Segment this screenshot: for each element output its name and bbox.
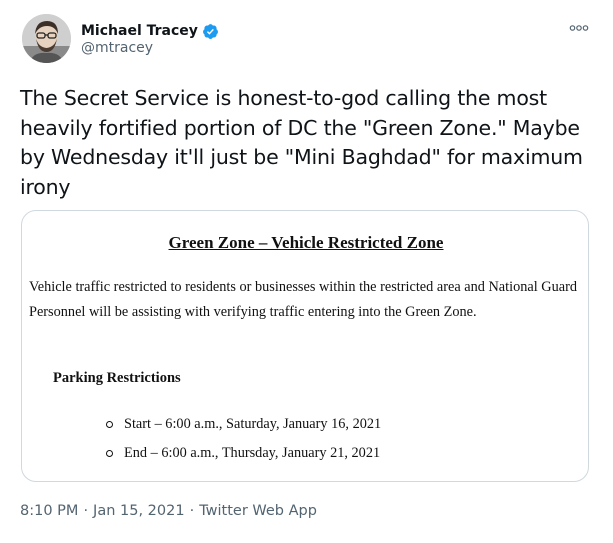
meta-separator: · [189, 503, 195, 519]
more-horizontal-icon [569, 25, 589, 31]
document-list-item: End – 6:00 a.m., Thursday, January 21, 2… [22, 439, 588, 468]
document-subheading: Parking Restrictions [53, 370, 181, 386]
tweet-source[interactable]: Twitter Web App [199, 503, 317, 519]
author-display-name[interactable]: Michael Tracey [81, 23, 198, 39]
tweet-text: The Secret Service is honest-to-god call… [20, 86, 583, 199]
document-title: Green Zone – Vehicle Restricted Zone [168, 233, 444, 252]
document-list-item-text: Start – 6:00 a.m., Saturday, January 16,… [124, 416, 382, 432]
author-avatar[interactable] [22, 14, 71, 63]
meta-separator: · [83, 503, 89, 519]
tweet-meta: 8:10 PM · Jan 15, 2021 · Twitter Web App [20, 503, 317, 519]
tweet-time[interactable]: 8:10 PM [20, 503, 78, 519]
document-list: Start – 6:00 a.m., Saturday, January 16,… [22, 410, 588, 468]
document-list-item-text: End – 6:00 a.m., Thursday, January 21, 2… [124, 445, 381, 461]
tweet: Michael Tracey @mtracey The Secret Servi… [0, 0, 613, 543]
author-name-row[interactable]: Michael Tracey [81, 21, 219, 41]
tweet-media-image[interactable]: Green Zone – Vehicle Restricted Zone Veh… [21, 210, 589, 482]
more-options-button[interactable] [568, 20, 590, 36]
tweet-date[interactable]: Jan 15, 2021 [93, 503, 185, 519]
document-body: Vehicle traffic restricted to residents … [29, 279, 577, 320]
avatar-photo [22, 14, 71, 63]
bullet-circle-icon [106, 450, 113, 457]
verified-badge-icon [202, 23, 219, 40]
document-list-item: Start – 6:00 a.m., Saturday, January 16,… [22, 410, 588, 439]
author-handle[interactable]: @mtracey [81, 40, 153, 56]
bullet-circle-icon [106, 421, 113, 428]
